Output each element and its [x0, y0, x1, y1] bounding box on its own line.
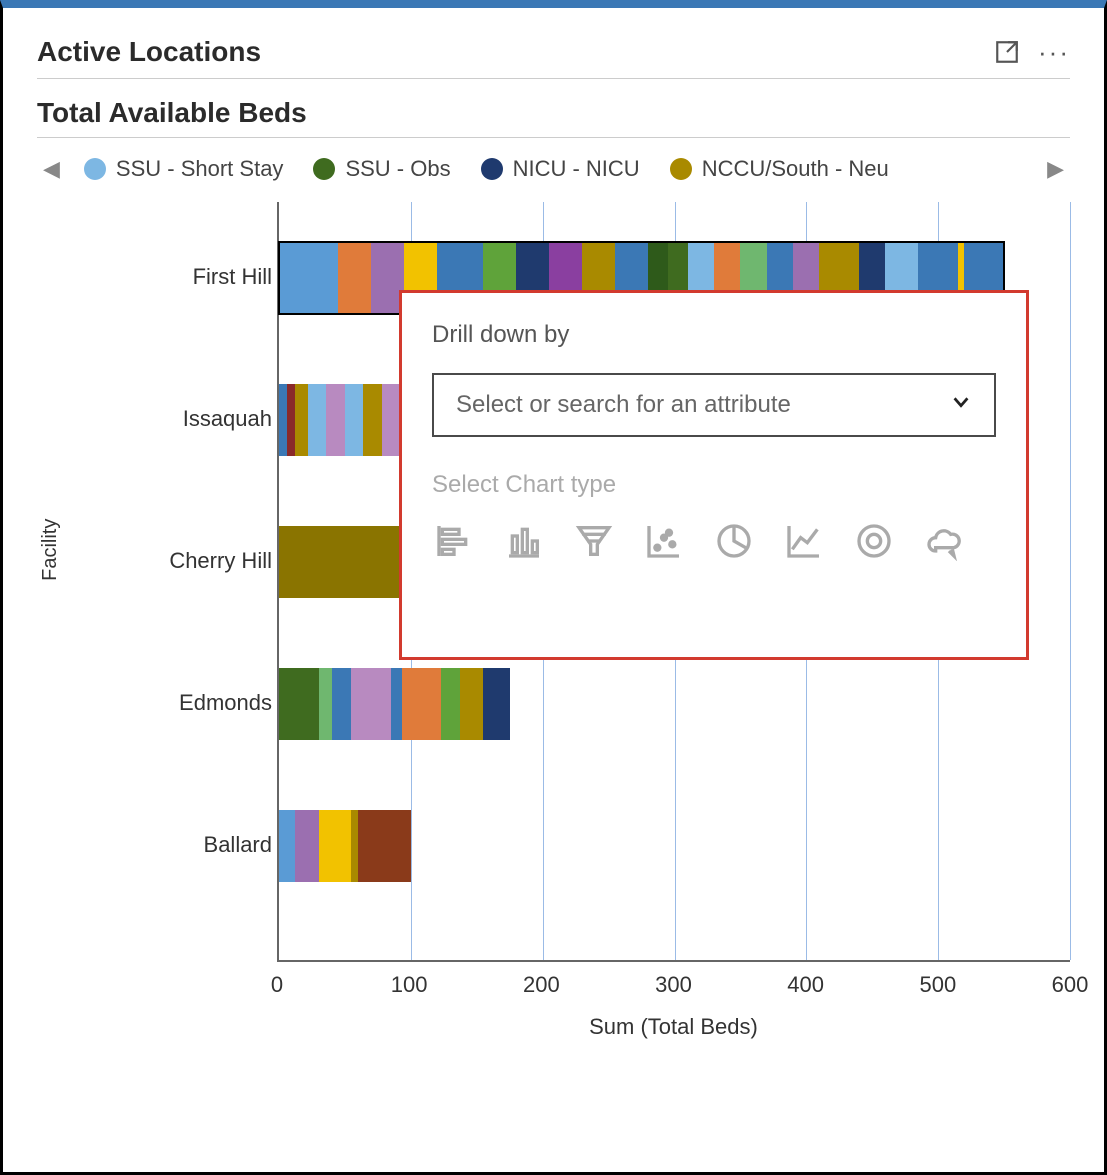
legend-scroll-right[interactable]: ▶	[1041, 156, 1070, 182]
plot-area[interactable]: Drill down by Select or search for an at…	[277, 202, 1070, 962]
bar-segment[interactable]	[332, 668, 352, 740]
bar-segment[interactable]	[326, 384, 344, 456]
legend-item[interactable]: SSU - Obs	[313, 156, 450, 182]
chart-title: Total Available Beds	[37, 79, 1070, 138]
word-cloud-icon[interactable]	[922, 519, 966, 563]
bar-segment[interactable]	[295, 810, 319, 882]
bar-segment[interactable]	[483, 668, 509, 740]
legend-swatch	[670, 158, 692, 180]
y-axis-label: Facility	[39, 519, 62, 581]
bar-segment[interactable]	[338, 242, 371, 314]
legend-item[interactable]: SSU - Short Stay	[84, 156, 284, 182]
bar-segment[interactable]	[295, 384, 308, 456]
widget-frame: Active Locations ··· Total Available Bed…	[0, 0, 1107, 1175]
legend-label: SSU - Obs	[345, 156, 450, 182]
x-tick-label: 200	[523, 972, 560, 998]
bar-horizontal-icon[interactable]	[432, 519, 476, 563]
bar-segment[interactable]	[351, 668, 391, 740]
category-label: Ballard	[102, 832, 272, 858]
chart-type-label: Select Chart type	[432, 471, 996, 499]
legend: ◀ SSU - Short Stay SSU - Obs NICU - NICU NC…	[37, 138, 1070, 192]
scatter-icon[interactable]	[642, 519, 686, 563]
legend-swatch	[84, 158, 106, 180]
category-label: Issaquah	[102, 406, 272, 432]
bar-segment[interactable]	[319, 810, 352, 882]
x-tick-label: 500	[919, 972, 956, 998]
bar-vertical-icon[interactable]	[502, 519, 546, 563]
bar-segment[interactable]	[460, 668, 484, 740]
chevron-down-icon	[950, 391, 972, 420]
funnel-icon[interactable]	[572, 519, 616, 563]
more-icon[interactable]: ···	[1038, 37, 1070, 68]
category-label: Cherry Hill	[102, 548, 272, 574]
bar-segment[interactable]	[363, 384, 381, 456]
bar-segment[interactable]	[279, 668, 319, 740]
legend-swatch	[313, 158, 335, 180]
donut-icon[interactable]	[852, 519, 896, 563]
bar-row[interactable]	[279, 668, 510, 740]
widget-actions: ···	[994, 37, 1070, 68]
bar-segment[interactable]	[308, 384, 326, 456]
widget-title: Active Locations	[37, 36, 261, 68]
widget-header: Active Locations ···	[37, 36, 1070, 79]
bar-segment[interactable]	[382, 384, 400, 456]
legend-swatch	[481, 158, 503, 180]
bar-segment[interactable]	[279, 242, 338, 314]
line-icon[interactable]	[782, 519, 826, 563]
x-tick-label: 0	[271, 972, 283, 998]
bar-segment[interactable]	[351, 810, 358, 882]
x-axis-label: Sum (Total Beds)	[277, 1014, 1070, 1040]
gridline	[1070, 202, 1071, 960]
pie-icon[interactable]	[712, 519, 756, 563]
category-label: First Hill	[102, 264, 272, 290]
popover-title: Drill down by	[432, 321, 996, 349]
drill-down-popover: Drill down by Select or search for an at…	[399, 290, 1029, 660]
x-tick-label: 100	[391, 972, 428, 998]
legend-item[interactable]: NCCU/South - Neu	[670, 156, 889, 182]
x-tick-label: 300	[655, 972, 692, 998]
chart-area: Facility Drill down by Select or search …	[97, 202, 1070, 1022]
chart-type-row	[432, 519, 996, 563]
x-tick-label: 400	[787, 972, 824, 998]
bar-segment[interactable]	[279, 384, 287, 456]
bar-segment[interactable]	[391, 668, 402, 740]
attribute-select-placeholder: Select or search for an attribute	[456, 391, 791, 419]
bar-segment[interactable]	[358, 810, 411, 882]
category-label: Edmonds	[102, 690, 272, 716]
bar-segment[interactable]	[287, 384, 295, 456]
bar-segment[interactable]	[279, 810, 295, 882]
legend-label: NICU - NICU	[513, 156, 640, 182]
bar-segment[interactable]	[319, 668, 332, 740]
x-tick-label: 600	[1052, 972, 1089, 998]
legend-scroll-left[interactable]: ◀	[37, 156, 66, 182]
legend-label: NCCU/South - Neu	[702, 156, 889, 182]
bar-segment[interactable]	[402, 668, 442, 740]
bar-segment[interactable]	[345, 384, 363, 456]
x-axis-ticks: 0100200300400500600	[277, 972, 1070, 1002]
legend-item[interactable]: NICU - NICU	[481, 156, 640, 182]
legend-label: SSU - Short Stay	[116, 156, 284, 182]
expand-icon[interactable]	[994, 39, 1020, 65]
bar-segment[interactable]	[441, 668, 459, 740]
bar-row[interactable]	[279, 810, 411, 882]
attribute-select[interactable]: Select or search for an attribute	[432, 373, 996, 437]
